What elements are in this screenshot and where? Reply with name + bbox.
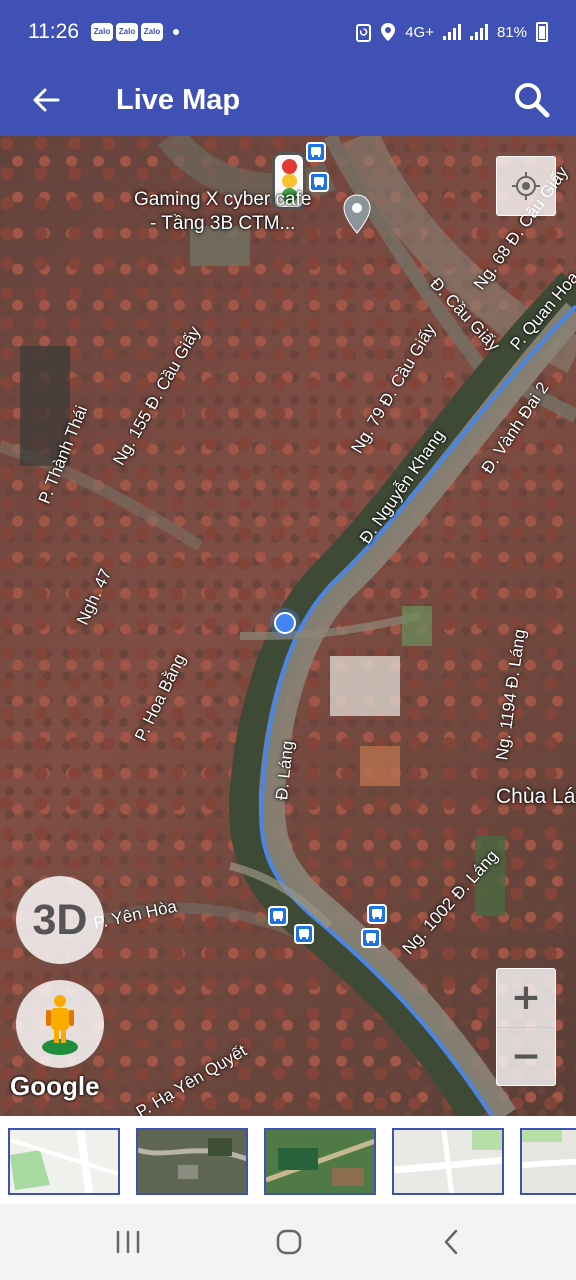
signal-icon	[442, 24, 461, 40]
bus-stop-icon[interactable]	[294, 924, 314, 944]
pegman-icon	[42, 995, 78, 1055]
my-location-button[interactable]	[496, 156, 556, 216]
map-type-preview-streets	[394, 1130, 502, 1193]
place-name-line2: - Tầng 3B CTM...	[150, 212, 296, 234]
map-type-preview-hybrid	[522, 1130, 576, 1193]
network-type: 4G+	[405, 23, 434, 41]
home-button[interactable]	[259, 1220, 319, 1264]
battery-icon	[536, 22, 548, 42]
system-navigation-bar	[0, 1204, 576, 1280]
search-button[interactable]	[488, 64, 576, 136]
bus-stop-icon[interactable]	[306, 142, 326, 162]
page-title: Live Map	[116, 83, 241, 116]
crosshair-icon	[512, 172, 540, 200]
map-type-preview-terrain	[266, 1130, 374, 1193]
status-time: 11:26	[28, 20, 79, 43]
search-icon	[515, 83, 550, 118]
zalo-notification-icon: Zalo	[91, 23, 113, 41]
signal-icon	[469, 24, 488, 40]
location-icon	[381, 23, 396, 41]
recent-apps-icon	[116, 1230, 140, 1254]
satellite-map[interactable]: Gaming X cyber cafe - Tầng 3B CTM... P. …	[0, 136, 576, 1116]
more-notifications-icon	[173, 29, 179, 35]
street-view-button[interactable]	[16, 980, 104, 1068]
arrow-left-icon	[33, 88, 60, 112]
bus-stop-icon[interactable]	[309, 172, 329, 192]
app-header: 11:26 Zalo Zalo Zalo 4G+ 81% Live Map	[0, 0, 576, 136]
bus-stop-icon[interactable]	[361, 928, 381, 948]
google-attribution: Google	[10, 1071, 100, 1101]
toolbar: Live Map	[0, 64, 576, 136]
zoom-controls: + −	[496, 968, 556, 1086]
landmark-label[interactable]: Chùa Lá	[496, 784, 575, 810]
map-type-thumb-terrain[interactable]	[264, 1128, 376, 1195]
chevron-left-icon	[444, 1229, 458, 1255]
status-bar: 11:26 Zalo Zalo Zalo 4G+ 81%	[0, 0, 576, 64]
bus-stop-icon[interactable]	[268, 906, 288, 926]
map-type-thumb-streets[interactable]	[392, 1128, 504, 1195]
status-indicators: 4G+ 81%	[356, 22, 548, 42]
back-button[interactable]	[0, 64, 92, 136]
place-label[interactable]: Gaming X cyber cafe - Tầng 3B CTM...	[134, 188, 311, 236]
map-type-thumb-hybrid[interactable]	[520, 1128, 576, 1195]
zalo-notification-icon: Zalo	[116, 23, 138, 41]
map-type-thumb-map[interactable]	[8, 1128, 120, 1195]
map-type-selector	[0, 1116, 576, 1204]
user-location-marker	[274, 612, 296, 634]
zoom-in-button[interactable]: +	[497, 969, 555, 1027]
map-type-thumb-satellite[interactable]	[136, 1128, 248, 1195]
zalo-notification-icon: Zalo	[141, 23, 163, 41]
recent-apps-button[interactable]	[98, 1220, 158, 1264]
battery-level: 81%	[496, 23, 527, 41]
system-back-button[interactable]	[421, 1220, 481, 1264]
place-name-line1: Gaming X cyber cafe	[134, 189, 312, 210]
map-type-preview-map	[10, 1130, 118, 1193]
place-marker-icon[interactable]	[343, 194, 371, 234]
zoom-out-button[interactable]: −	[497, 1027, 555, 1085]
bus-stop-icon[interactable]	[367, 904, 387, 924]
3d-view-button[interactable]: 3D	[16, 876, 104, 964]
map-type-preview-satellite	[138, 1130, 246, 1193]
home-icon	[276, 1229, 302, 1255]
sync-icon	[356, 24, 372, 42]
